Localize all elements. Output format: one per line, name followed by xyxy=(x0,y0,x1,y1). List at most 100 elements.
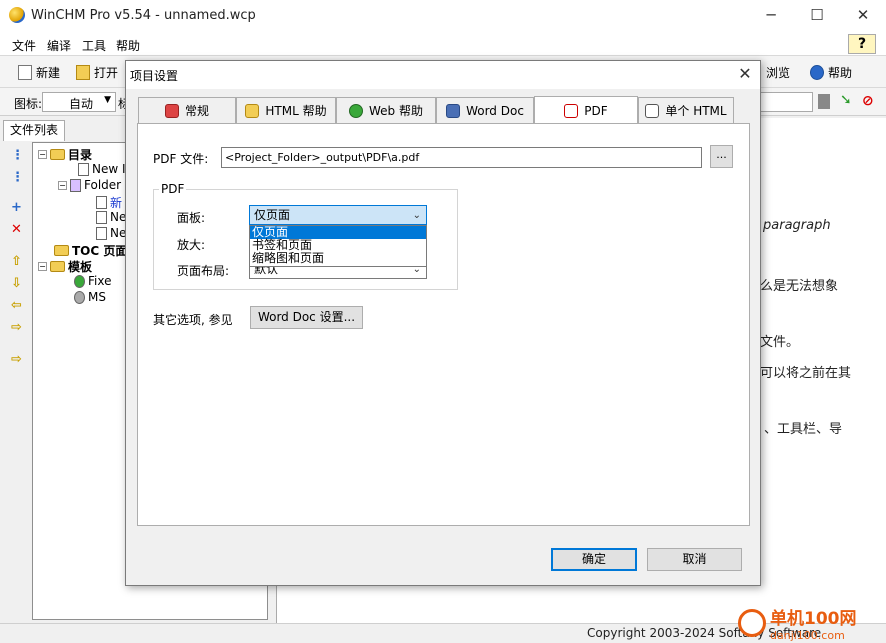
tree-item-contents[interactable]: − 目录 xyxy=(38,146,92,163)
dialog-title: 项目设置 xyxy=(130,69,179,83)
project-settings-dialog: 项目设置 ✕ 常规 HTML 帮助 Web 帮助 Word Doc PDF 单个… xyxy=(125,60,761,586)
folder-icon xyxy=(50,261,65,272)
insert-icon[interactable]: ⇨ xyxy=(11,352,22,367)
browse-pdf-button[interactable]: ... xyxy=(710,145,733,168)
tab-single-html[interactable]: 单个 HTML xyxy=(638,97,734,123)
editor-line: paragraph xyxy=(763,218,831,233)
panel-option[interactable]: 缩略图和页面 xyxy=(250,252,426,265)
watermark-name: 单机100网 xyxy=(770,609,857,629)
tab-html-help-label: HTML 帮助 xyxy=(265,104,327,118)
panel-label: 面板: xyxy=(177,211,206,225)
tree-item-templates[interactable]: − 模板 xyxy=(38,258,92,275)
tree-item-folder[interactable]: − Folder xyxy=(58,178,121,192)
browse-button[interactable]: 浏览 xyxy=(766,64,790,81)
ms-icon xyxy=(74,290,85,304)
cancel-button[interactable]: 取消 xyxy=(647,548,742,571)
menu-help[interactable]: 帮助 xyxy=(116,37,140,54)
browse-button-label: 浏览 xyxy=(766,66,791,80)
document-icon[interactable] xyxy=(818,94,830,109)
tab-file-list[interactable]: 文件列表 xyxy=(3,120,65,141)
stop-icon[interactable]: ⊘ xyxy=(862,93,874,109)
icon-select[interactable]: 自动 ▼ xyxy=(42,92,116,112)
tab-word-doc[interactable]: Word Doc xyxy=(436,97,534,123)
page-layout-label: 页面布局: xyxy=(177,264,230,278)
panel-dropdown-list: 仅页面 书签和页面 缩略图和页面 xyxy=(249,225,427,267)
delete-icon[interactable]: ✕ xyxy=(11,222,22,237)
menu-file[interactable]: 文件 xyxy=(12,37,36,54)
editor-line: 可以将之前在其 xyxy=(760,366,852,381)
page-icon xyxy=(96,196,107,209)
tree-item[interactable]: Ne xyxy=(96,210,126,224)
window-title: WinCHM Pro v5.54 - unnamed.wcp xyxy=(31,8,256,23)
editor-line: 文件。 xyxy=(760,335,800,350)
html-help-icon xyxy=(245,103,260,118)
folder-icon xyxy=(54,245,69,256)
tab-single-html-label: 单个 HTML xyxy=(665,104,727,118)
tab-word-doc-label: Word Doc xyxy=(466,103,524,118)
icon-select-value: 自动 xyxy=(69,97,94,111)
pdf-group-title: PDF xyxy=(159,182,187,196)
page-icon xyxy=(96,226,107,240)
chevron-down-icon: ▼ xyxy=(104,95,111,105)
other-options-label: 其它选项, 参见 xyxy=(153,313,233,327)
tree-item[interactable]: MS xyxy=(74,290,106,304)
open-folder-icon xyxy=(76,65,90,80)
tree-collapse-icon[interactable]: ⋮ xyxy=(11,170,24,185)
tab-web-help-label: Web 帮助 xyxy=(369,104,423,118)
globe-icon xyxy=(74,274,85,288)
tab-general-label: 常规 xyxy=(184,104,209,118)
tree-item[interactable]: New It xyxy=(78,162,130,176)
tab-web-help[interactable]: Web 帮助 xyxy=(336,97,436,123)
dialog-close-button[interactable]: ✕ xyxy=(732,63,758,87)
pdf-icon xyxy=(564,103,579,118)
word-doc-settings-button[interactable]: Word Doc 设置... xyxy=(250,306,363,329)
pdf-file-input[interactable]: <Project_Folder>_output\PDF\a.pdf xyxy=(221,147,702,168)
tree-item-toc[interactable]: TOC 页面 xyxy=(54,242,127,259)
book-icon xyxy=(70,178,81,192)
move-up-icon[interactable]: ⇧ xyxy=(11,254,22,269)
watermark: 单机100网 danji100.com xyxy=(738,604,857,642)
close-button[interactable]: ✕ xyxy=(840,0,886,32)
folder-icon xyxy=(50,149,65,160)
help-icon xyxy=(810,65,824,80)
tree-item[interactable]: Fixe xyxy=(74,274,111,288)
add-icon[interactable]: + xyxy=(11,200,22,215)
ok-button[interactable]: 确定 xyxy=(551,548,637,571)
tab-html-help[interactable]: HTML 帮助 xyxy=(236,97,336,123)
toolbar2-input[interactable] xyxy=(760,92,813,112)
icon-label: 图标: xyxy=(14,97,43,111)
dialog-title-bar xyxy=(126,61,760,89)
move-right-icon[interactable]: ⇨ xyxy=(11,320,22,335)
context-help-icon[interactable]: ? xyxy=(848,34,876,54)
tree-expand-icon[interactable]: ⋮ xyxy=(11,148,24,163)
tree-item[interactable]: 新 xyxy=(96,194,122,211)
go-arrow-icon[interactable]: ➘ xyxy=(840,92,852,108)
move-left-icon[interactable]: ⇦ xyxy=(11,298,22,313)
panel-select[interactable]: 仅页面 ⌄ xyxy=(249,205,427,225)
zoom-label: 放大: xyxy=(177,238,206,252)
single-html-icon xyxy=(645,103,660,118)
minimize-button[interactable]: ─ xyxy=(748,0,794,32)
new-file-icon xyxy=(18,65,32,80)
app-icon xyxy=(9,7,25,23)
page-icon xyxy=(96,210,107,224)
menu-tools[interactable]: 工具 xyxy=(82,37,106,54)
general-icon xyxy=(164,103,179,118)
help-button[interactable]: 帮助 xyxy=(810,64,852,81)
maximize-button[interactable]: ☐ xyxy=(794,0,840,32)
chevron-down-icon: ⌄ xyxy=(412,210,421,221)
panel-select-value: 仅页面 xyxy=(254,208,291,222)
open-button[interactable]: 打开 xyxy=(76,64,118,81)
new-button[interactable]: 新建 xyxy=(18,64,60,81)
menu-compile[interactable]: 编译 xyxy=(47,37,71,54)
open-button-label: 打开 xyxy=(94,66,119,80)
tree-item[interactable]: Ne xyxy=(96,226,126,240)
help-button-label: 帮助 xyxy=(828,66,853,80)
tab-general[interactable]: 常规 xyxy=(138,97,236,123)
move-down-icon[interactable]: ⇩ xyxy=(11,276,22,291)
editor-line: 么是无法想象 xyxy=(760,279,839,294)
tab-pdf-label: PDF xyxy=(584,103,608,118)
watermark-url: danji100.com xyxy=(770,629,845,642)
new-button-label: 新建 xyxy=(36,66,61,80)
tab-pdf[interactable]: PDF xyxy=(534,96,638,124)
